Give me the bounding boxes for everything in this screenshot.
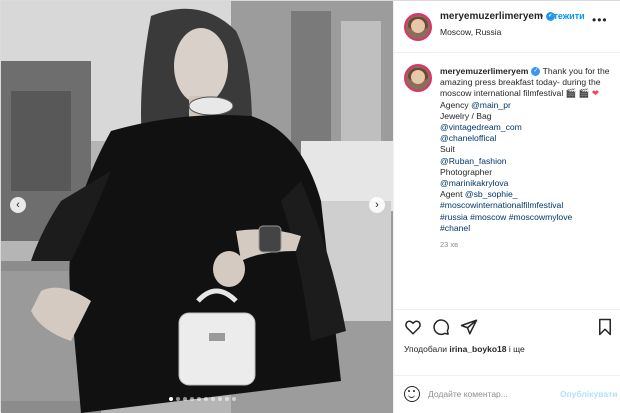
post-time[interactable]: 23 хв xyxy=(440,239,616,250)
next-slide-button[interactable]: › xyxy=(369,197,385,213)
heart-icon: ❤ xyxy=(591,88,600,99)
post-actions xyxy=(394,309,620,339)
post-side-panel: meryemuzerlimeryem ✓ • Стежити Moscow, Ru… xyxy=(393,1,620,413)
follow-button[interactable]: Стежити xyxy=(547,11,585,21)
carousel-dot xyxy=(190,397,194,401)
send-icon[interactable] xyxy=(460,318,478,336)
caption-line: Agency @main_pr xyxy=(440,100,616,111)
carousel-dot xyxy=(211,397,215,401)
caption-line-text: Photographer xyxy=(440,166,493,177)
caption-line-text: Agency xyxy=(440,99,472,110)
caption-line: @Ruban_fashion xyxy=(440,156,616,167)
caption-link[interactable]: @vintagedream_com xyxy=(440,122,522,132)
likes-text: Уподобали irina_boyko18 і ще xyxy=(404,344,525,354)
heart-icon[interactable] xyxy=(404,318,422,336)
likes-user-link[interactable]: irina_boyko18 xyxy=(449,344,506,354)
post-comments-area: meryemuzerlimeryem ✓ Thank you for the am… xyxy=(394,54,620,309)
caption-link[interactable]: #moscowinternationalfilmfestival xyxy=(440,200,563,210)
more-dots-icon[interactable]: ••• xyxy=(592,13,608,27)
caption-link[interactable]: @sb_sophie_ xyxy=(465,189,518,199)
caption-line: Photographer xyxy=(440,167,616,178)
emoji-icon[interactable] xyxy=(404,386,420,402)
caption-line: Suit xyxy=(440,144,616,155)
caption-line: Agent @sb_sophie_ xyxy=(440,189,616,200)
verified-badge-icon: ✓ xyxy=(531,67,541,77)
carousel-dots xyxy=(169,397,236,403)
username-text[interactable]: meryemuzerlimeryem xyxy=(440,11,543,22)
carousel-dot xyxy=(169,397,173,401)
caption-line-text: Jewelry / Bag xyxy=(440,110,492,121)
caption-line: #moscowinternationalfilmfestival xyxy=(440,200,616,211)
caption-link[interactable]: @main_pr xyxy=(471,100,511,110)
carousel-dot xyxy=(225,397,229,401)
caption-username[interactable]: meryemuzerlimeryem xyxy=(440,66,528,76)
caption-link[interactable]: @marinikakrylova xyxy=(440,178,508,188)
comment-form: Опублікувати xyxy=(394,375,620,413)
caption-line: @vintagedream_com xyxy=(440,122,616,133)
carousel-dot xyxy=(183,397,187,401)
caption-line-text: Agent xyxy=(440,189,465,200)
avatar[interactable] xyxy=(404,13,432,41)
caption-line: #chanel xyxy=(440,223,616,234)
carousel-dot xyxy=(197,397,201,401)
carousel-dot xyxy=(232,397,236,401)
likes-suffix[interactable]: і ще xyxy=(509,344,525,354)
post-location[interactable]: Moscow, Russia xyxy=(440,27,501,37)
caption-line: @chaneloffical xyxy=(440,133,616,144)
caption-link[interactable]: @Ruban_fashion xyxy=(440,156,507,166)
bookmark-icon[interactable] xyxy=(596,318,614,336)
caption-avatar[interactable] xyxy=(404,64,432,92)
instagram-post: ‹ › meryemuzerlimeryem ✓ • Стежити Mosco… xyxy=(0,0,620,413)
previous-slide-button[interactable]: ‹ xyxy=(10,197,26,213)
caption-line: #russia #moscow #moscowmylove xyxy=(440,212,616,223)
carousel-dot xyxy=(176,397,180,401)
header-separator: • xyxy=(540,11,544,21)
photo-image xyxy=(1,1,393,413)
comment-icon[interactable] xyxy=(432,318,450,336)
post-caption: meryemuzerlimeryem ✓ Thank you for the am… xyxy=(440,66,616,250)
caption-link[interactable]: @chaneloffical xyxy=(440,133,496,143)
comment-input[interactable] xyxy=(428,385,558,403)
post-header: meryemuzerlimeryem ✓ • Стежити Moscow, Ru… xyxy=(394,1,620,53)
caption-line: @marinikakrylova xyxy=(440,178,616,189)
carousel-dot xyxy=(218,397,222,401)
publish-button[interactable]: Опублікувати xyxy=(560,389,617,399)
caption-link[interactable]: #russia #moscow #moscowmylove xyxy=(440,212,572,222)
clapper-icon: 🎬 xyxy=(578,88,590,99)
caption-link[interactable]: #chanel xyxy=(440,223,470,233)
post-username[interactable]: meryemuzerlimeryem ✓ xyxy=(440,11,555,22)
caption-lines: Agency @main_pr Jewelry / Bag @vintagedrea… xyxy=(440,100,616,234)
post-photo[interactable]: ‹ › xyxy=(1,1,393,413)
caption-line-text: Suit xyxy=(440,144,455,155)
carousel-dot xyxy=(204,397,208,401)
caption-line: Jewelry / Bag xyxy=(440,111,616,122)
likes-prefix: Уподобали xyxy=(404,344,447,354)
clapper-icon: 🎬 xyxy=(565,88,577,99)
